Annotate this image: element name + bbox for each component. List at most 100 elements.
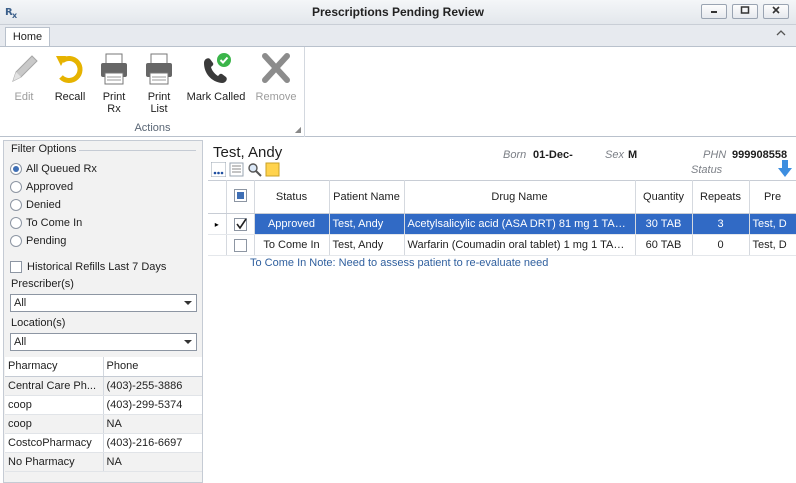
radio-label: To Come In <box>26 217 83 229</box>
radio-approved[interactable]: Approved <box>10 179 73 195</box>
print-rx-label-2: Rx <box>107 103 121 115</box>
location-select[interactable]: All <box>10 333 197 351</box>
filter-divider <box>79 150 196 151</box>
pharmacy-name: No Pharmacy <box>5 452 104 472</box>
radio-button[interactable] <box>10 199 22 211</box>
close-icon <box>772 6 780 14</box>
column-header-quantity[interactable]: Quantity <box>635 180 693 214</box>
radio-button[interactable] <box>10 181 22 193</box>
table-row[interactable]: coop NA <box>5 414 202 434</box>
table-row[interactable]: Central Care Ph... (403)-255-3886 <box>5 376 202 396</box>
prescriptions-grid: Status Patient Name Drug Name Quantity R… <box>208 180 796 256</box>
table-row[interactable]: coop (403)-299-5374 <box>5 395 202 415</box>
pharmacy-phone: NA <box>103 414 202 434</box>
drug-cell: Warfarin (Coumadin oral tablet) 1 mg 1 T… <box>404 234 636 256</box>
arrow-down-icon[interactable] <box>778 160 792 178</box>
radio-button[interactable] <box>10 235 22 247</box>
table-row[interactable]: To Come In Test, Andy Warfarin (Coumadin… <box>208 234 796 256</box>
mark-called-button[interactable]: Mark Called <box>186 51 246 103</box>
select-all-icon <box>233 189 247 202</box>
quantity-cell: 60 TAB <box>635 234 693 256</box>
column-header-drug[interactable]: Drug Name <box>404 180 636 214</box>
close-button[interactable] <box>763 4 789 19</box>
remove-button[interactable]: Remove <box>253 51 299 103</box>
print-list-label-2: List <box>150 103 168 115</box>
list-icon[interactable] <box>229 162 244 177</box>
column-header-prescriber[interactable]: Pre <box>749 180 796 214</box>
phone-check-icon <box>204 53 231 83</box>
checkbox[interactable] <box>10 261 22 273</box>
pharmacy-phone: NA <box>103 452 202 472</box>
maximize-button[interactable] <box>732 4 758 19</box>
pharmacy-phone: (403)-216-6697 <box>103 433 202 453</box>
printer-icon <box>101 53 127 85</box>
main-pane: Test, Andy Born 01-Dec- Sex M PHN 999908… <box>205 140 796 483</box>
drug-cell: Acetylsalicylic acid (ASA DRT) 81 mg 1 T… <box>404 213 636 235</box>
note-icon[interactable] <box>265 162 280 177</box>
search-icon[interactable] <box>247 162 262 177</box>
status-cell: Approved <box>254 213 330 235</box>
phn-label: PHN <box>703 149 727 161</box>
actions-group-label: Actions <box>134 122 171 134</box>
to-come-in-note: To Come In Note: Need to assess patient … <box>250 257 549 269</box>
radio-button[interactable] <box>10 217 22 229</box>
column-header-status[interactable]: Status <box>254 180 330 214</box>
repeats-cell: 0 <box>692 234 750 256</box>
prescriber-select[interactable]: All <box>10 294 197 312</box>
table-row[interactable]: ▸ Approved Test, Andy Acetylsalicylic ac… <box>208 213 796 235</box>
grid-header-row: Status Patient Name Drug Name Quantity R… <box>208 180 796 214</box>
patient-name: Test, Andy <box>213 144 283 161</box>
column-header-phone[interactable]: Phone <box>103 357 202 377</box>
table-row[interactable]: No Pharmacy NA <box>5 452 202 472</box>
chevron-down-icon <box>184 301 192 305</box>
window-title: Prescriptions Pending Review <box>311 5 485 19</box>
print-list-button[interactable]: Print List <box>141 51 177 115</box>
patient-cell: Test, Andy <box>329 213 405 235</box>
edit-label: Edit <box>14 91 34 103</box>
row-checkbox[interactable] <box>226 213 255 235</box>
column-header-pharmacy[interactable]: Pharmacy <box>5 357 104 377</box>
location-value: All <box>14 336 27 348</box>
status-cell: To Come In <box>254 234 330 256</box>
remove-x-icon <box>262 53 290 83</box>
radio-button[interactable] <box>10 163 22 175</box>
column-header-patient[interactable]: Patient Name <box>329 180 405 214</box>
pharmacy-header-row: Pharmacy Phone <box>5 357 202 377</box>
tab-home[interactable]: Home <box>5 27 50 48</box>
location-label: Location(s) <box>11 317 66 329</box>
column-header-repeats[interactable]: Repeats <box>692 180 750 214</box>
maximize-icon <box>740 6 750 14</box>
pharmacy-phone: (403)-255-3886 <box>103 376 202 396</box>
prescriber-cell: Test, D <box>749 234 796 256</box>
select-all-checkbox[interactable] <box>226 180 255 214</box>
ribbon-collapse-icon[interactable] <box>776 29 786 40</box>
minimize-button[interactable] <box>701 4 727 19</box>
radio-to-come-in[interactable]: To Come In <box>10 215 82 231</box>
group-launcher-icon[interactable]: ◢ <box>295 125 301 134</box>
actions-group: Edit Recall Print Rx Print List Mark Cal… <box>0 47 305 137</box>
printer-icon <box>146 53 172 85</box>
row-indicator <box>208 234 227 256</box>
print-rx-label-1: Print <box>102 91 126 103</box>
historical-refills-checkbox[interactable]: Historical Refills Last 7 Days <box>10 259 166 275</box>
ribbon-tabstrip: Home <box>0 25 796 48</box>
print-rx-button[interactable]: Print Rx <box>96 51 132 115</box>
pharmacy-name: coop <box>5 395 104 415</box>
checkmark-icon <box>235 218 247 229</box>
table-row[interactable]: CostcoPharmacy (403)-216-6697 <box>5 433 202 453</box>
radio-denied[interactable]: Denied <box>10 197 61 213</box>
radio-pending[interactable]: Pending <box>10 233 66 249</box>
more-icon[interactable] <box>211 162 226 177</box>
recall-button[interactable]: Recall <box>50 51 90 103</box>
sex-label: Sex <box>605 149 624 161</box>
quantity-cell: 30 TAB <box>635 213 693 235</box>
remove-label: Remove <box>255 91 297 103</box>
radio-all-queued[interactable]: All Queued Rx <box>10 161 97 177</box>
radio-label: Pending <box>26 235 67 247</box>
recall-label: Recall <box>54 91 86 103</box>
pharmacy-name: Central Care Ph... <box>5 376 104 396</box>
minimize-icon <box>711 11 717 13</box>
row-checkbox[interactable] <box>226 234 255 256</box>
edit-button[interactable]: Edit <box>6 51 42 103</box>
pencil-icon <box>12 55 38 82</box>
